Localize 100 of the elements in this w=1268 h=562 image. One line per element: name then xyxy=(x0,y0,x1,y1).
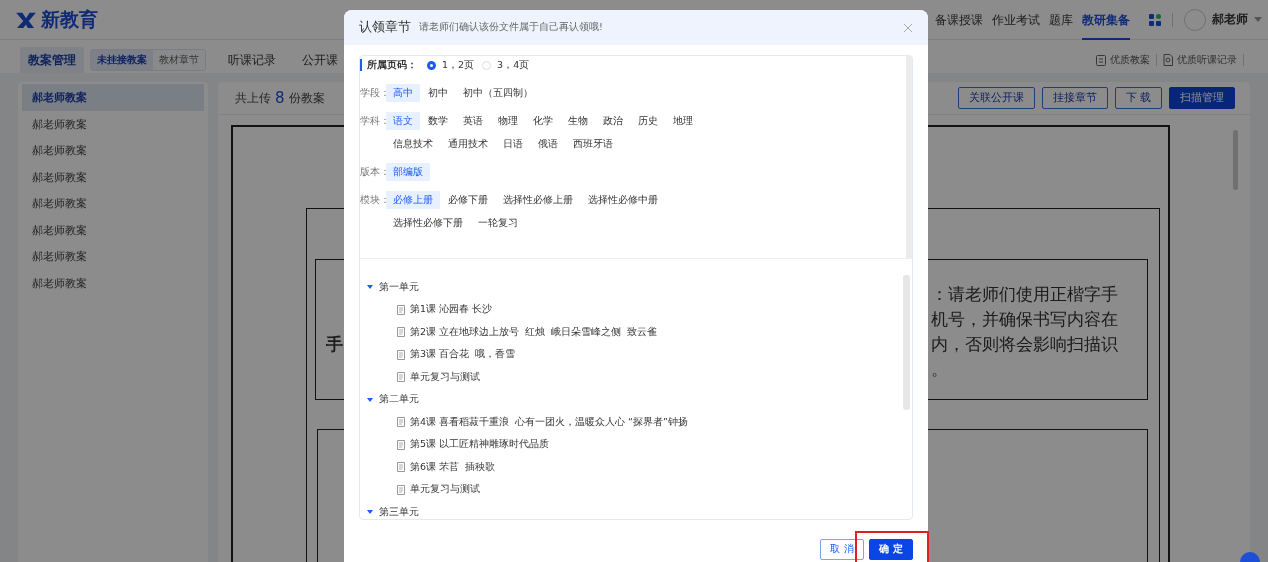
logo-icon xyxy=(15,10,37,29)
radio-label[interactable]: 1，2页 xyxy=(442,58,475,72)
document-icon xyxy=(397,372,405,383)
field-label: 模块： xyxy=(360,193,386,207)
filter-option[interactable]: 部编版 xyxy=(386,163,430,181)
dialog-title: 认领章节 xyxy=(359,19,411,36)
field-label: 学科： xyxy=(360,114,386,128)
filter-option[interactable]: 通用技术 xyxy=(441,135,495,153)
document-icon xyxy=(397,462,405,473)
avatar[interactable] xyxy=(1184,8,1206,31)
summary-text: 份教案 xyxy=(288,89,325,107)
action-button[interactable]: 下 载 xyxy=(1114,87,1162,109)
caret-icon[interactable] xyxy=(1254,17,1262,22)
document-icon xyxy=(397,327,405,338)
filter-option[interactable]: 信息技术 xyxy=(386,135,440,153)
tab[interactable]: 公开课 xyxy=(296,47,344,73)
filter-option[interactable]: 西班牙语 xyxy=(566,135,620,153)
scrollbar-thumb[interactable] xyxy=(903,275,910,410)
document-text: 机号，并确保书写内容在 xyxy=(931,308,1118,331)
lesson-title[interactable]: 第2课 立在地球边上放号 红烛 峨日朵雪峰之侧 致云雀 xyxy=(410,325,658,339)
filter-option[interactable]: 物理 xyxy=(491,112,525,130)
expand-arrow-icon[interactable] xyxy=(367,510,373,515)
expand-arrow-icon[interactable] xyxy=(367,397,373,402)
field-label: 所属页码： xyxy=(367,58,418,72)
filter-option[interactable]: 俄语 xyxy=(531,135,565,153)
apps-icon[interactable] xyxy=(1149,13,1161,26)
logo-text: 新教育 xyxy=(41,6,98,32)
document-icon xyxy=(397,349,405,360)
filter-option[interactable]: 化学 xyxy=(526,112,560,130)
filter-option[interactable]: 历史 xyxy=(631,112,665,130)
document-icon xyxy=(397,417,405,428)
sidebar-item[interactable]: 郝老师教案 xyxy=(22,84,204,111)
lesson-title[interactable]: 单元复习与测试 xyxy=(410,483,480,497)
lesson-title[interactable]: 第5课 以工匠精神雕琢时代品质 xyxy=(410,438,550,452)
action-button[interactable]: 关联公开课 xyxy=(957,87,1035,109)
document-icon xyxy=(397,484,405,495)
tab[interactable]: 教案管理 xyxy=(20,47,84,73)
dialog-subtitle: 请老师们确认该份文件属于自己再认领哦! xyxy=(419,21,603,34)
lesson-title[interactable]: 第4课 喜看稻菽千重浪 心有一团火，温暖众人心 “探界者”钟扬 xyxy=(410,415,688,429)
sidebar-item[interactable]: 郝老师教案 xyxy=(22,269,204,296)
expand-arrow-icon[interactable] xyxy=(367,285,373,290)
accent-bar xyxy=(360,59,362,71)
scrollbar[interactable] xyxy=(1233,130,1238,190)
document-text: 。 xyxy=(931,358,948,381)
sidebar-item[interactable]: 郝老师教案 xyxy=(22,190,204,217)
document-text: 内，否则将会影响扫描识 xyxy=(931,333,1118,356)
lesson-title[interactable]: 第3课 百合花 哦，香雪 xyxy=(410,348,516,362)
lesson-title[interactable]: 第6课 芣苢 插秧歌 xyxy=(410,460,496,474)
lesson-title[interactable]: 单元复习与测试 xyxy=(410,370,480,384)
unit-title[interactable]: 第一单元 xyxy=(379,280,419,294)
filter-option[interactable]: 语文 xyxy=(386,112,420,130)
sidebar-item[interactable]: 郝老师教案 xyxy=(22,163,204,190)
quality-link[interactable]: 优质听课记录 xyxy=(1177,52,1237,67)
filter-option[interactable]: 数学 xyxy=(421,112,455,130)
filter-option[interactable]: 选择性必修上册 xyxy=(496,191,580,209)
close-icon[interactable] xyxy=(903,22,913,33)
filter-option[interactable]: 选择性必修下册 xyxy=(386,214,470,232)
filter-option[interactable]: 必修上册 xyxy=(386,191,440,209)
sidebar-item[interactable]: 郝老师教案 xyxy=(22,216,204,243)
filter-option[interactable]: 必修下册 xyxy=(441,191,495,209)
sidebar-item[interactable]: 郝老师教案 xyxy=(22,110,204,137)
document-icon xyxy=(1163,53,1173,66)
quality-link[interactable]: 优质教案 xyxy=(1110,52,1150,67)
document-icon xyxy=(397,439,405,450)
lesson-title[interactable]: 第1课 沁园春 长沙 xyxy=(410,303,493,317)
field-label: 版本： xyxy=(360,165,386,179)
unit-title[interactable]: 第二单元 xyxy=(379,393,419,407)
dialog-button[interactable]: 取 消 xyxy=(820,538,864,560)
filter-option[interactable]: 日语 xyxy=(496,135,530,153)
summary-text: 共上传 xyxy=(235,89,271,107)
document-icon xyxy=(397,304,405,315)
filter-option[interactable]: 一轮复习 xyxy=(471,214,525,232)
user-name[interactable]: 郝老师 xyxy=(1212,12,1248,27)
filter-option[interactable]: 选择性必修中册 xyxy=(581,191,665,209)
nav-tab[interactable]: 作业考试 xyxy=(992,0,1040,40)
radio-button[interactable] xyxy=(427,60,436,70)
dialog-button[interactable]: 确 定 xyxy=(869,538,913,560)
filter-option[interactable]: 高中 xyxy=(386,84,420,102)
filter-option[interactable]: 政治 xyxy=(596,112,630,130)
nav-tab[interactable]: 题库 xyxy=(1049,0,1073,40)
filter-option[interactable]: 英语 xyxy=(456,112,490,130)
filter-option[interactable]: 地理 xyxy=(666,112,700,130)
clipboard-icon xyxy=(1096,53,1106,66)
document-text: 手 xyxy=(326,333,343,356)
radio-label[interactable]: 3，4页 xyxy=(497,58,530,72)
summary-count: 8 xyxy=(275,89,285,107)
document-text: ：请老师们使用正楷字手 xyxy=(931,283,1118,306)
unit-title[interactable]: 第三单元 xyxy=(379,505,419,519)
filter-option[interactable]: 初中（五四制） xyxy=(456,84,540,102)
tab[interactable]: 听课记录 xyxy=(222,47,282,73)
action-button[interactable]: 挂接章节 xyxy=(1041,87,1108,109)
sidebar-item[interactable]: 郝老师教案 xyxy=(22,137,204,164)
sidebar-item[interactable]: 郝老师教案 xyxy=(22,243,204,270)
nav-tab[interactable]: 备课授课 xyxy=(935,0,983,40)
action-button[interactable]: 扫描管理 xyxy=(1169,87,1235,109)
segment[interactable]: 未挂接教案 xyxy=(91,49,153,70)
filter-option[interactable]: 初中 xyxy=(421,84,455,102)
filter-option[interactable]: 生物 xyxy=(561,112,595,130)
field-label: 学段： xyxy=(360,86,386,100)
segment[interactable]: 教材章节 xyxy=(153,49,205,70)
